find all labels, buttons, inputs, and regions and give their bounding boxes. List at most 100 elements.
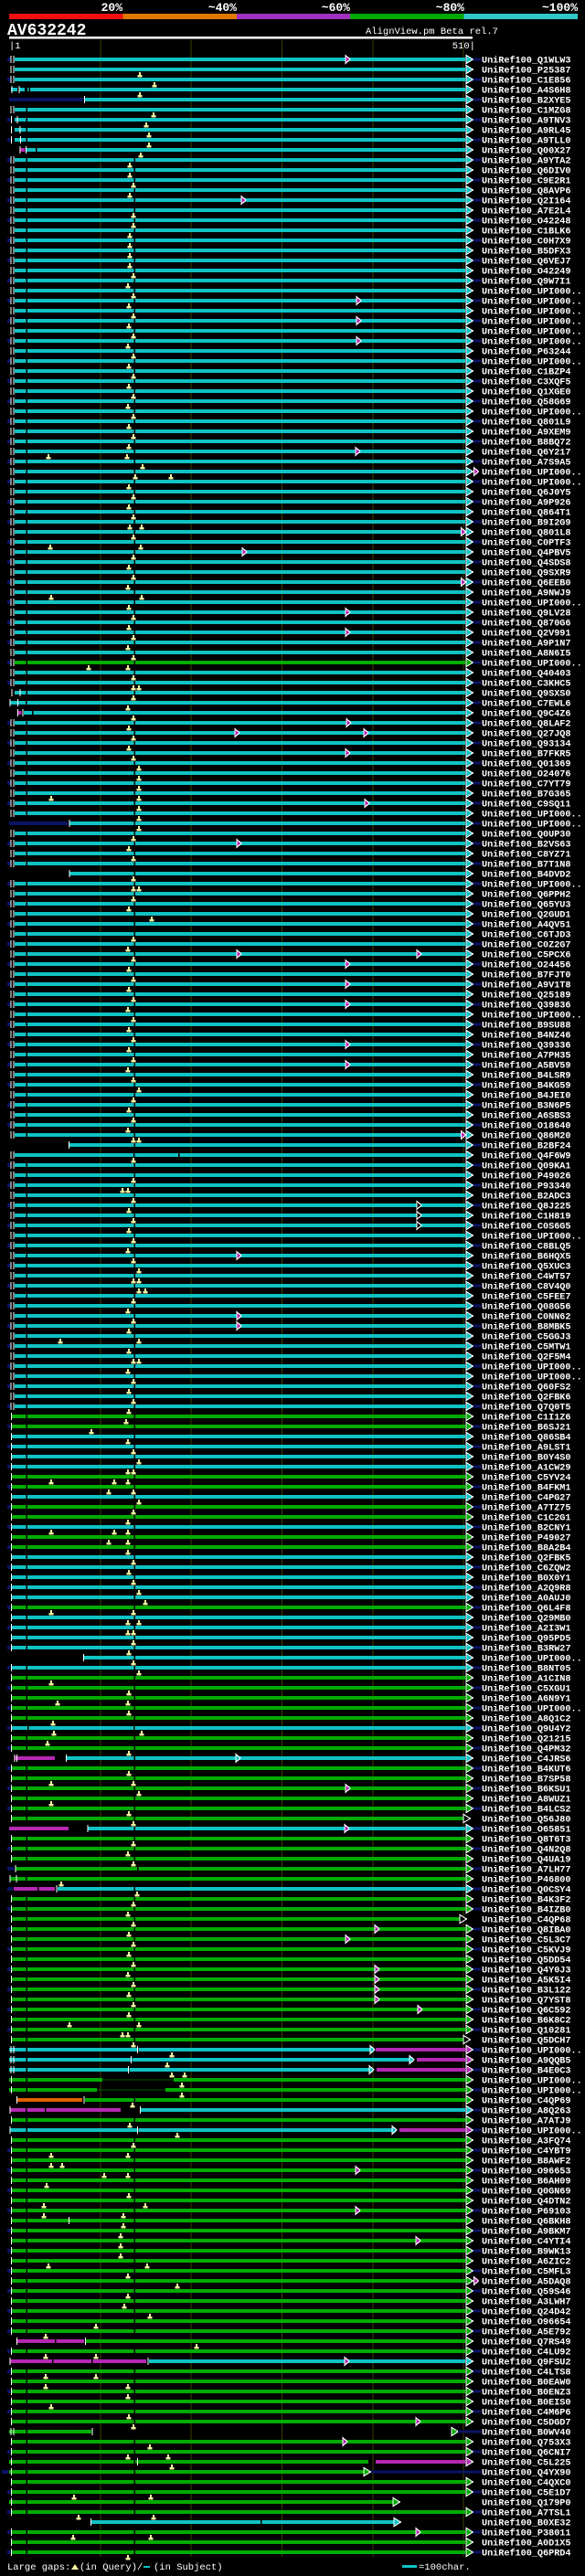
svg-text:UniRef100_B6K8C2: UniRef100_B6K8C2 [482,2016,571,2027]
svg-text:UniRef100_B8BQ72: UniRef100_B8BQ72 [482,438,571,449]
svg-text:UniRef100_Q56J80: UniRef100_Q56J80 [482,1815,571,1826]
svg-text:UniRef100_C0H7X9: UniRef100_C0H7X9 [482,237,571,248]
svg-text:UniRef100_B8AWF2: UniRef100_B8AWF2 [482,2157,571,2168]
svg-text:UniRef100_Q95PD5: UniRef100_Q95PD5 [482,1634,571,1645]
svg-text:UniRef100_Q9SXS0: UniRef100_Q9SXS0 [482,689,571,700]
svg-text:UniRef100_O24076: UniRef100_O24076 [482,769,571,780]
svg-text:UniRef100_C5L225: UniRef100_C5L225 [482,2458,571,2469]
svg-text:UniRef100_C4WT57: UniRef100_C4WT57 [482,1272,571,1283]
svg-text:UniRef100_Q01369: UniRef100_Q01369 [482,759,571,770]
svg-text:UniRef100_UPI000..: UniRef100_UPI000.. [482,408,582,419]
svg-text:UniRef100_Q7Q0T5: UniRef100_Q7Q0T5 [482,1403,571,1414]
svg-text:UniRef100_Q6C592: UniRef100_Q6C592 [482,2006,571,2017]
svg-text:UniRef100_B3RW27: UniRef100_B3RW27 [482,1644,571,1655]
svg-text:UniRef100_B2BF24: UniRef100_B2BF24 [482,1141,571,1152]
svg-text:UniRef100_A9P926: UniRef100_A9P926 [482,498,571,509]
svg-text:UniRef100_Q9W7I1: UniRef100_Q9W7I1 [482,277,571,288]
svg-text:UniRef100_UPI000..: UniRef100_UPI000.. [482,880,582,891]
svg-text:UniRef100_A5E792: UniRef100_A5E792 [482,2327,571,2338]
svg-text:UniRef100_Q801L8: UniRef100_Q801L8 [482,528,571,539]
svg-text:UniRef100_Q58G69: UniRef100_Q58G69 [482,398,571,408]
svg-text:UniRef100_Q5DD54: UniRef100_Q5DD54 [482,1956,571,1966]
svg-text:UniRef100_Q60FS2: UniRef100_Q60FS2 [482,1383,571,1394]
svg-text:UniRef100_B4JEI0: UniRef100_B4JEI0 [482,1091,571,1102]
svg-text:~80%: ~80% [436,1,464,15]
svg-text:UniRef100_C6ZQW2: UniRef100_C6ZQW2 [482,1564,571,1574]
svg-text:UniRef100_C4YBT9: UniRef100_C4YBT9 [482,2147,571,2157]
svg-text:UniRef100_A6SBS3: UniRef100_A6SBS3 [482,1111,571,1122]
svg-text:UniRef100_UPI000..: UniRef100_UPI000.. [482,287,582,298]
svg-text:UniRef100_O42248: UniRef100_O42248 [482,217,571,228]
svg-text:UniRef100_Q09KA1: UniRef100_Q09KA1 [482,1161,571,1172]
svg-text:UniRef100_A8Q263: UniRef100_A8Q263 [482,2106,571,2117]
svg-text:UniRef100_P38011: UniRef100_P38011 [482,2528,571,2539]
svg-text:UniRef100_Q5DCH7: UniRef100_Q5DCH7 [482,2036,571,2047]
svg-text:UniRef100_B0ENZ3: UniRef100_B0ENZ3 [482,2388,571,2399]
svg-text:UniRef100_B4E0C3: UniRef100_B4E0C3 [482,2066,571,2077]
svg-text:UniRef100_O65851: UniRef100_O65851 [482,1825,571,1836]
svg-text:UniRef100_C6TJD3: UniRef100_C6TJD3 [482,930,571,941]
svg-text:UniRef100_B4IZB0: UniRef100_B4IZB0 [482,1905,571,1916]
svg-text:UniRef100_Q5XUC3: UniRef100_Q5XUC3 [482,1262,571,1273]
svg-text:UniRef100_Q4PM32: UniRef100_Q4PM32 [482,1744,571,1755]
svg-text:=100char.: =100char. [419,2562,471,2573]
svg-text:~100%: ~100% [542,1,578,15]
svg-text:UniRef100_B5DFX3: UniRef100_B5DFX3 [482,247,571,258]
svg-text:UniRef100_C1BZP4: UniRef100_C1BZP4 [482,367,571,378]
svg-text:UniRef100_UPI000..: UniRef100_UPI000.. [482,1373,582,1383]
svg-text:UniRef100_Q6PRD4: UniRef100_Q6PRD4 [482,2549,571,2560]
svg-text:UniRef100_Q08G56: UniRef100_Q08G56 [482,1302,571,1313]
svg-text:UniRef100_A8Q1C2: UniRef100_A8Q1C2 [482,1714,571,1725]
svg-text:UniRef100_A9YTA2: UniRef100_A9YTA2 [482,156,571,167]
svg-text:UniRef100_UPI000..: UniRef100_UPI000.. [482,599,582,610]
svg-text:UniRef100_A5K5I4: UniRef100_A5K5I4 [482,1976,571,1987]
svg-text:UniRef100_Q24D42: UniRef100_Q24D42 [482,2307,571,2318]
svg-text:UniRef100_C1C2G1: UniRef100_C1C2G1 [482,1513,571,1524]
svg-text:UniRef100_Q6DIV0: UniRef100_Q6DIV0 [482,166,571,177]
svg-text:UniRef100_Q9SXR9: UniRef100_Q9SXR9 [482,568,571,579]
svg-text:(in Subject): (in Subject) [154,2562,223,2573]
svg-text:UniRef100_Q2FBK5: UniRef100_Q2FBK5 [482,1553,571,1564]
svg-text:UniRef100_P49026: UniRef100_P49026 [482,1171,571,1182]
svg-text:UniRef100_Q4YX90: UniRef100_Q4YX90 [482,2468,571,2479]
svg-text:UniRef100_Q29MB0: UniRef100_Q29MB0 [482,1614,571,1625]
svg-text:UniRef100_Q2F5M4: UniRef100_Q2F5M4 [482,1352,571,1363]
svg-text:UniRef100_B6KSU1: UniRef100_B6KSU1 [482,1785,571,1796]
svg-text:UniRef100_Q179P0: UniRef100_Q179P0 [482,2498,571,2509]
svg-text:UniRef100_C5L3C7: UniRef100_C5L3C7 [482,1935,571,1946]
svg-text:UniRef100_B7FJT0: UniRef100_B7FJT0 [482,970,571,981]
svg-text:UniRef100_Q40403: UniRef100_Q40403 [482,669,571,680]
svg-text:UniRef100_UPI000..: UniRef100_UPI000.. [482,357,582,368]
svg-text:UniRef100_B7T1N8: UniRef100_B7T1N8 [482,860,571,871]
svg-text:UniRef100_C4LTS8: UniRef100_C4LTS8 [482,2368,571,2379]
svg-text:UniRef100_Q59S46: UniRef100_Q59S46 [482,2287,571,2298]
svg-text:UniRef100_C0Z2G7: UniRef100_C0Z2G7 [482,940,571,951]
svg-text:UniRef100_A1CIN8: UniRef100_A1CIN8 [482,1674,571,1685]
svg-text:AlignView.pm Beta rel.7: AlignView.pm Beta rel.7 [366,27,498,37]
svg-text:UniRef100_A3FQ74: UniRef100_A3FQ74 [482,2136,571,2147]
svg-text:UniRef100_C1MZG8: UniRef100_C1MZG8 [482,106,571,117]
svg-text:UniRef100_B4DVD2: UniRef100_B4DVD2 [482,870,571,881]
svg-text:UniRef100_O42249: UniRef100_O42249 [482,267,571,278]
svg-text:UniRef100_B6SJ21: UniRef100_B6SJ21 [482,1423,571,1434]
svg-text:|1: |1 [9,41,21,52]
svg-text:UniRef100_C5MFL3: UniRef100_C5MFL3 [482,2267,571,2278]
svg-text:UniRef100_UPI000..: UniRef100_UPI000.. [482,317,582,328]
svg-text:UniRef100_Q801L9: UniRef100_Q801L9 [482,418,571,429]
svg-text:UniRef100_Q4F6W9: UniRef100_Q4F6W9 [482,1151,571,1162]
svg-text:UniRef100_B4LCS2: UniRef100_B4LCS2 [482,1805,571,1816]
svg-text:UniRef100_C4JRS6: UniRef100_C4JRS6 [482,1754,571,1765]
svg-text:UniRef100_A9BKM7: UniRef100_A9BKM7 [482,2227,571,2238]
svg-text:UniRef100_B7G365: UniRef100_B7G365 [482,790,571,800]
svg-text:UniRef100_B0WV40: UniRef100_B0WV40 [482,2428,571,2439]
svg-text:UniRef100_P93340: UniRef100_P93340 [482,1182,571,1193]
svg-text:UniRef100_Q4SDS8: UniRef100_Q4SDS8 [482,558,571,569]
svg-text:UniRef100_C5KVJ9: UniRef100_C5KVJ9 [482,1945,571,1956]
svg-text:UniRef100_C1I1Z6: UniRef100_C1I1Z6 [482,1413,571,1424]
svg-text:UniRef100_A8WUZ1: UniRef100_A8WUZ1 [482,1795,571,1806]
svg-text:UniRef100_UPI000..: UniRef100_UPI000.. [482,297,582,308]
svg-text:UniRef100_UPI000..: UniRef100_UPI000.. [482,2046,582,2057]
svg-text:UniRef100_B2CNY1: UniRef100_B2CNY1 [482,1523,571,1534]
svg-text:UniRef100_B9WK13: UniRef100_B9WK13 [482,2247,571,2258]
svg-text:UniRef100_A5BV59: UniRef100_A5BV59 [482,1061,571,1072]
